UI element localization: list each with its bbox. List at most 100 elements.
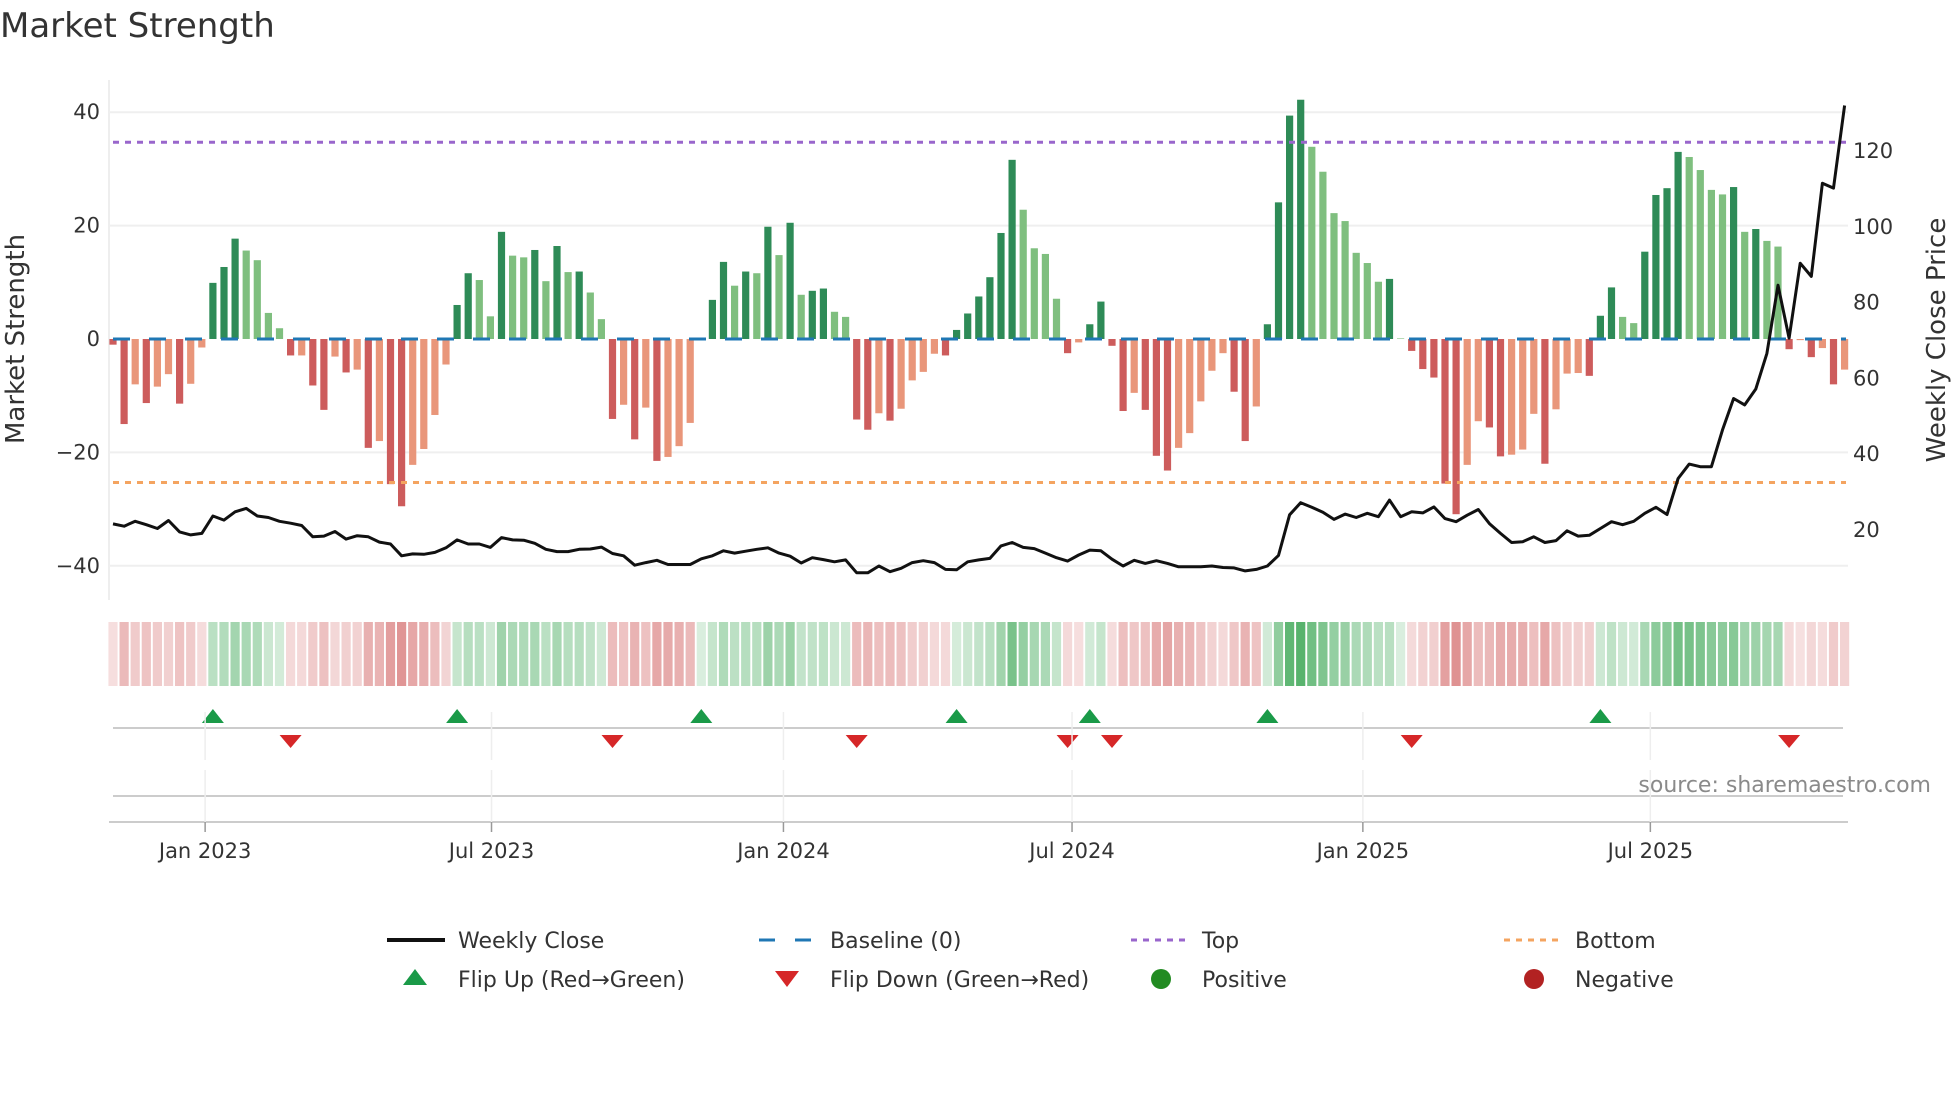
flip-down-marker (845, 735, 868, 748)
y-tick-label: 40 (73, 100, 100, 124)
strength-bar (1019, 209, 1027, 339)
heat-cell (585, 622, 595, 686)
strength-bar (309, 339, 317, 386)
strength-bar (176, 339, 184, 404)
strength-bar (1330, 213, 1338, 339)
strength-bar (486, 316, 494, 339)
right-axis-label: Weekly Close Price (1922, 218, 1952, 463)
strength-bar (997, 232, 1005, 339)
strength-bar (497, 231, 506, 339)
heat-cell (1562, 622, 1572, 686)
heat-cell (352, 622, 362, 686)
heat-cell (1684, 622, 1694, 686)
heat-cell (1240, 622, 1250, 686)
heat-cell (374, 622, 384, 686)
strength-bar (864, 339, 872, 430)
flip-up-marker (690, 709, 713, 723)
heat-cell (1673, 622, 1683, 686)
strength-bar (919, 339, 927, 372)
y-tick-label: 0 (87, 327, 100, 351)
heat-cell (297, 622, 307, 686)
heat-cell (1074, 622, 1084, 686)
heat-cell (130, 622, 140, 686)
strength-bar (808, 290, 816, 339)
heat-cell (963, 622, 973, 686)
heat-cell (241, 622, 251, 686)
strength-bar (331, 339, 339, 357)
heat-cell (397, 622, 407, 686)
heat-cell (574, 622, 584, 686)
heat-cell (1706, 622, 1716, 686)
heat-cell (1162, 622, 1173, 686)
strength-bar (264, 312, 272, 339)
heat-cell (763, 622, 773, 686)
strength-bar (1208, 339, 1216, 371)
flip-up-marker (446, 709, 469, 723)
x-tick-label: Jan 2024 (735, 839, 830, 863)
heat-cell (1151, 622, 1161, 686)
legend-label: Negative (1575, 968, 1674, 993)
strength-bar (1619, 316, 1627, 339)
strength-bar (1696, 170, 1704, 339)
heat-cell (863, 622, 873, 686)
heat-cell (1107, 622, 1117, 686)
heat-cell (685, 622, 695, 686)
heat-cell (1473, 622, 1483, 686)
strength-bar (775, 255, 783, 339)
legend-label: Positive (1202, 968, 1287, 993)
strength-bar (1352, 252, 1360, 339)
strength-bar (797, 294, 805, 339)
heat-cell (852, 622, 862, 686)
legend-item-flip_up: Flip Up (Red→Green) (403, 968, 685, 993)
heat-cell (1451, 622, 1461, 686)
heat-cell (385, 622, 396, 686)
heat-cell (1273, 622, 1284, 686)
y2-tick-label: 60 (1853, 366, 1880, 390)
heat-cell (1495, 622, 1506, 686)
strength-bar (209, 282, 217, 339)
heat-cell (1318, 622, 1328, 686)
heat-cell (563, 622, 573, 686)
strength-bar (342, 339, 350, 373)
heat-cell (1629, 622, 1639, 686)
strength-bar (375, 339, 383, 442)
heat-cell (308, 622, 318, 686)
strength-bar (830, 311, 839, 339)
strength-bar (253, 260, 261, 339)
strength-bar (1763, 240, 1771, 339)
strength-bar (853, 339, 861, 420)
heat-cell (208, 622, 218, 686)
y2-tick-label: 80 (1853, 291, 1880, 315)
legend-item-positive: Positive (1151, 968, 1287, 993)
strength-bar (875, 339, 883, 414)
heat-cell (152, 622, 162, 686)
heat-cell (441, 622, 451, 686)
heat-cell (186, 622, 196, 686)
strength-bar (220, 266, 228, 339)
heat-cell (1085, 622, 1095, 686)
heat-cell (430, 622, 440, 686)
strength-bar (753, 273, 761, 339)
strength-bar (1807, 339, 1815, 358)
x-tick-label: Jul 2023 (447, 839, 534, 863)
heat-cell (1751, 622, 1761, 686)
strength-bar (1363, 263, 1371, 339)
legend-item-negative: Negative (1524, 968, 1674, 993)
strength-bar (120, 339, 128, 425)
strength-bar (1163, 339, 1172, 471)
heat-cell (1795, 622, 1805, 686)
heat-cell (508, 622, 518, 686)
heat-cell (452, 622, 462, 686)
heat-cell (741, 622, 751, 686)
heat-cell (1362, 622, 1372, 686)
circle-icon (1524, 969, 1544, 989)
strength-bar (1741, 231, 1749, 339)
strength-bar (908, 339, 916, 381)
strength-bar (275, 328, 284, 339)
strength-bar (1374, 281, 1382, 339)
y2-tick-label: 40 (1853, 442, 1880, 466)
strength-bar (420, 339, 428, 449)
strength-bar (608, 339, 617, 419)
strength-bar (453, 304, 461, 339)
flip-down-marker (601, 735, 624, 748)
